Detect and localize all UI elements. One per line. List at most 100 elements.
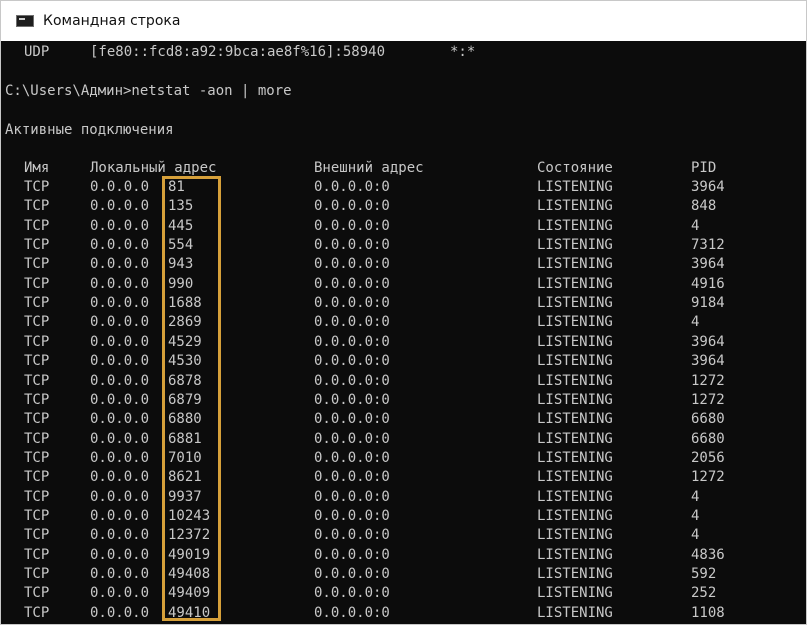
row-proto: TCP — [24, 431, 50, 447]
row-foreign-address: 0.0.0.0:0 — [314, 566, 390, 582]
section-title: Активные подключения — [5, 122, 174, 138]
row-foreign-address: 0.0.0.0:0 — [314, 450, 390, 466]
console-output[interactable]: UDP [fe80::fcd8:a92:9bca:ae8f%16]:58940 … — [1, 41, 806, 624]
row-proto: TCP — [24, 314, 50, 330]
row-local-port: 10243 — [168, 508, 211, 524]
row-local-ip: 0.0.0.0 — [90, 566, 150, 582]
row-foreign-address: 0.0.0.0:0 — [314, 218, 390, 234]
row-foreign-address: 0.0.0.0:0 — [314, 237, 390, 253]
row-foreign-address: 0.0.0.0:0 — [314, 373, 390, 389]
row-local-port: 4529 — [168, 334, 202, 350]
row-foreign-address: 0.0.0.0:0 — [314, 547, 390, 563]
row-pid: 6680 — [691, 431, 725, 447]
cmd-window: Командная строка UDP [fe80::fcd8:a92:9bc… — [0, 0, 807, 625]
row-local-port: 6878 — [168, 373, 202, 389]
row-state: LISTENING — [537, 392, 613, 408]
row-state: LISTENING — [537, 295, 613, 311]
row-local-port: 6880 — [168, 411, 202, 427]
row-proto: TCP — [24, 605, 50, 621]
header-local-address: Локальный адрес — [90, 160, 217, 176]
section-title-line: Активные подключения — [1, 121, 174, 140]
row-local-port: 81 — [168, 179, 185, 195]
row-proto: TCP — [24, 295, 50, 311]
row-local-ip: 0.0.0.0 — [90, 334, 150, 350]
row-pid: 592 — [691, 566, 717, 582]
row-local-ip: 0.0.0.0 — [90, 353, 150, 369]
row-pid: 1108 — [691, 605, 725, 621]
column-header-line: Имя Локальный адрес Внешний адрес Состоя… — [1, 159, 716, 178]
udp-foreign-address: *:* — [450, 44, 476, 60]
row-foreign-address: 0.0.0.0:0 — [314, 276, 390, 292]
header-state: Состояние — [537, 160, 613, 176]
row-local-ip: 0.0.0.0 — [90, 373, 150, 389]
row-local-ip: 0.0.0.0 — [90, 411, 150, 427]
row-local-port: 12372 — [168, 527, 211, 543]
row-local-ip: 0.0.0.0 — [90, 547, 150, 563]
row-foreign-address: 0.0.0.0:0 — [314, 179, 390, 195]
row-local-port: 135 — [168, 198, 194, 214]
row-local-ip: 0.0.0.0 — [90, 469, 150, 485]
row-local-ip: 0.0.0.0 — [90, 527, 150, 543]
row-state: LISTENING — [537, 373, 613, 389]
row-pid: 3964 — [691, 353, 725, 369]
row-foreign-address: 0.0.0.0:0 — [314, 508, 390, 524]
row-pid: 1272 — [691, 373, 725, 389]
row-state: LISTENING — [537, 353, 613, 369]
row-foreign-address: 0.0.0.0:0 — [314, 295, 390, 311]
header-pid: PID — [691, 160, 717, 176]
row-pid: 1272 — [691, 392, 725, 408]
command-text: C:\Users\Админ>netstat -aon | more — [5, 83, 292, 99]
row-state: LISTENING — [537, 508, 613, 524]
row-state: LISTENING — [537, 237, 613, 253]
row-pid: 848 — [691, 198, 717, 214]
command-prompt-line: C:\Users\Админ>netstat -aon | more — [1, 82, 292, 101]
row-local-ip: 0.0.0.0 — [90, 585, 150, 601]
row-state: LISTENING — [537, 450, 613, 466]
row-state: LISTENING — [537, 314, 613, 330]
row-pid: 3964 — [691, 256, 725, 272]
row-proto: TCP — [24, 392, 50, 408]
row-local-port: 49409 — [168, 585, 211, 601]
row-local-ip: 0.0.0.0 — [90, 237, 150, 253]
row-proto: TCP — [24, 237, 50, 253]
row-pid: 4 — [691, 314, 700, 330]
row-local-port: 1688 — [168, 295, 202, 311]
row-proto: TCP — [24, 527, 50, 543]
row-proto: TCP — [24, 585, 50, 601]
row-pid: 6680 — [691, 411, 725, 427]
row-local-ip: 0.0.0.0 — [90, 256, 150, 272]
row-state: LISTENING — [537, 547, 613, 563]
row-foreign-address: 0.0.0.0:0 — [314, 314, 390, 330]
row-proto: TCP — [24, 353, 50, 369]
row-proto: TCP — [24, 179, 50, 195]
row-state: LISTENING — [537, 198, 613, 214]
row-pid: 4 — [691, 527, 700, 543]
row-pid: 252 — [691, 585, 717, 601]
row-foreign-address: 0.0.0.0:0 — [314, 489, 390, 505]
udp-line: UDP [fe80::fcd8:a92:9bca:ae8f%16]:58940 … — [1, 43, 475, 62]
row-local-port: 4530 — [168, 353, 202, 369]
row-proto: TCP — [24, 469, 50, 485]
row-local-ip: 0.0.0.0 — [90, 605, 150, 621]
row-local-port: 49019 — [168, 547, 211, 563]
row-foreign-address: 0.0.0.0:0 — [314, 198, 390, 214]
row-state: LISTENING — [537, 256, 613, 272]
row-proto: TCP — [24, 547, 50, 563]
row-pid: 3964 — [691, 334, 725, 350]
udp-local-address: [fe80::fcd8:a92:9bca:ae8f%16]:58940 — [90, 44, 386, 60]
row-local-port: 943 — [168, 256, 194, 272]
row-state: LISTENING — [537, 334, 613, 350]
row-state: LISTENING — [537, 585, 613, 601]
title-bar[interactable]: Командная строка — [1, 1, 806, 41]
row-proto: TCP — [24, 198, 50, 214]
row-local-ip: 0.0.0.0 — [90, 489, 150, 505]
row-local-port: 990 — [168, 276, 194, 292]
row-foreign-address: 0.0.0.0:0 — [314, 469, 390, 485]
row-foreign-address: 0.0.0.0:0 — [314, 585, 390, 601]
row-local-port: 554 — [168, 237, 194, 253]
row-proto: TCP — [24, 411, 50, 427]
row-pid: 1272 — [691, 469, 725, 485]
row-local-port: 6881 — [168, 431, 202, 447]
header-name: Имя — [24, 160, 50, 176]
row-state: LISTENING — [537, 431, 613, 447]
